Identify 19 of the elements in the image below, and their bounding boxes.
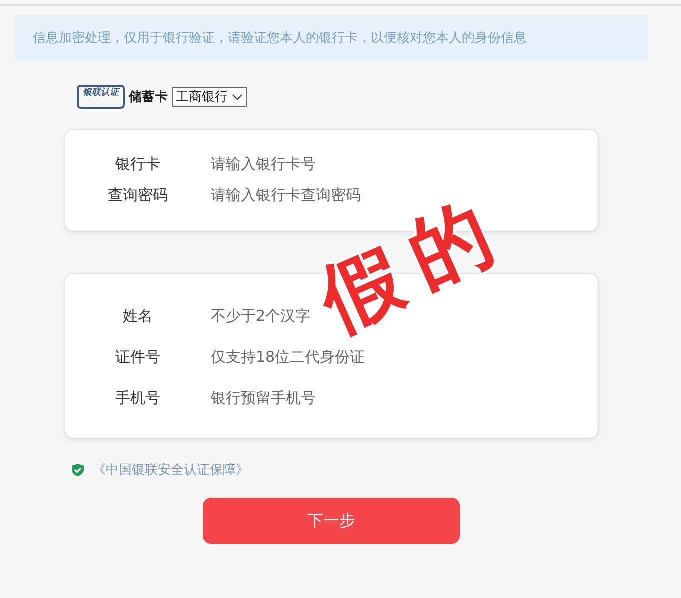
- unionpay-logo: 银联认证: [77, 85, 125, 109]
- input-field[interactable]: 银行预留手机号: [211, 389, 320, 407]
- security-link[interactable]: 《中国银联安全认证保障》: [93, 461, 249, 479]
- field-label: 手机号: [114, 388, 162, 408]
- field-label: 姓名: [122, 306, 154, 326]
- notice-text: 信息加密处理，仅用于银行验证，请验证您本人的银行卡，以便核对您本人的身份信息: [33, 31, 527, 46]
- next-button[interactable]: 下一步: [203, 498, 460, 544]
- field-label: 银行卡: [114, 154, 162, 174]
- card-type-label: 储蓄卡: [129, 89, 168, 106]
- input-field[interactable]: 仅支持18位二代身份证: [211, 348, 380, 366]
- field-label: 证件号: [114, 348, 162, 366]
- input-field[interactable]: 不少于2个汉字: [211, 307, 320, 325]
- stamp-text: 的: [397, 192, 503, 298]
- shield-check-icon: [71, 463, 85, 477]
- input-field[interactable]: 请输入银行卡号: [211, 155, 320, 173]
- bank-select[interactable]: 工商银行: [172, 87, 247, 107]
- field-label: 查询密码: [107, 186, 169, 204]
- input-field[interactable]: 请输入银行卡查询密码: [211, 186, 365, 204]
- chevron-down-icon: [232, 94, 243, 100]
